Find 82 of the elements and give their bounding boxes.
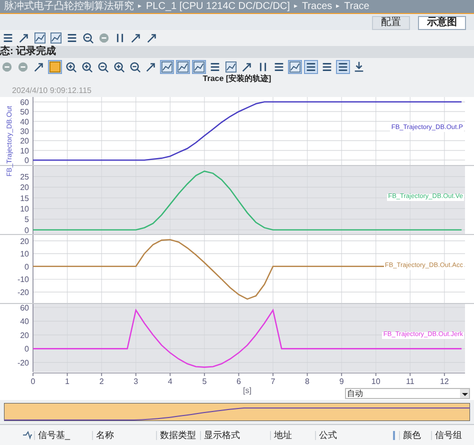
caret-icon (460, 389, 469, 398)
time-scale-dropdown[interactable]: 自动 (345, 388, 470, 399)
columns-icon[interactable] (257, 60, 269, 72)
list-icon[interactable] (209, 60, 221, 72)
zoom-out-icon[interactable] (97, 60, 109, 72)
arrow-icon[interactable] (145, 60, 157, 72)
tick-label: 5 (24, 215, 29, 224)
tick-label: 60 (20, 98, 29, 107)
chart-title: Trace [安装的轨迹] (202, 75, 272, 85)
column-header[interactable]: 名称 (92, 430, 156, 440)
tick-label: 0 (24, 226, 29, 234)
tick-label: 15 (20, 194, 29, 203)
tick-label: 5 (202, 377, 207, 386)
tick-label: -10 (17, 275, 29, 284)
tick-label: -20 (17, 288, 29, 298)
arrow-icon[interactable] (18, 32, 30, 44)
tick-label: 6 (236, 377, 241, 386)
column-header[interactable]: 显示格式 (200, 430, 270, 440)
dropdown-value: 自动 (346, 390, 363, 398)
tick-label: 0 (30, 377, 36, 386)
axis-unit: [s] (243, 387, 252, 395)
graph-icon[interactable] (34, 32, 46, 44)
column-header[interactable]: 地址 (270, 430, 315, 440)
zoom-out-icon[interactable] (82, 32, 94, 44)
tick-label: 8 (305, 377, 310, 386)
tick-label: 4 (168, 377, 172, 386)
list-icon[interactable] (66, 32, 78, 44)
tick-label: 1 (65, 377, 70, 386)
list-icon[interactable] (321, 60, 333, 72)
tick-label: 20 (20, 236, 29, 246)
view-tab[interactable]: 配置 (372, 16, 410, 30)
graph-icon[interactable] (50, 32, 62, 44)
tick-label: 0 (24, 156, 29, 165)
list-icon[interactable] (305, 60, 317, 72)
tick-label: 12 (440, 377, 449, 386)
tick-label: 25 (20, 172, 29, 182)
view-tab[interactable]: 示意图 (418, 16, 466, 30)
tick-label: 11 (406, 377, 414, 386)
zoom-in-icon[interactable] (113, 60, 125, 72)
graph-icon[interactable] (161, 60, 173, 72)
tick-label: 10 (20, 146, 29, 156)
arrow-icon[interactable] (130, 32, 142, 44)
column-header[interactable]: 颜色 (399, 430, 431, 440)
tick-label: 20 (20, 136, 29, 146)
graph-icon[interactable] (225, 60, 237, 72)
arrow-icon[interactable] (33, 60, 45, 72)
tick-label: 50 (20, 108, 29, 117)
zoom-in-icon[interactable] (65, 60, 77, 72)
arrow-icon[interactable] (241, 60, 253, 72)
download-icon[interactable] (353, 60, 365, 72)
tick-label: 10 (371, 377, 380, 386)
signal-icon (22, 430, 32, 440)
tick-label: 0 (24, 262, 29, 272)
list-icon[interactable] (273, 60, 285, 72)
graph-icon[interactable] (289, 60, 301, 72)
list-icon[interactable] (337, 60, 349, 72)
tick-label: 2 (99, 377, 104, 386)
tick-label: 30 (20, 127, 29, 136)
timestamp: 2024/4/10 9:09:12.115 (12, 87, 92, 95)
tick-label: 9 (339, 377, 344, 386)
column-header[interactable]: 信号基_ (34, 430, 92, 440)
zoom-in-icon[interactable] (81, 60, 93, 72)
tick-label: 7 (270, 377, 276, 386)
zoom-out-icon[interactable] (129, 60, 141, 72)
list-icon[interactable] (2, 32, 14, 44)
tick-label: 0 (24, 344, 29, 354)
column-header[interactable]: 数据类型 (156, 430, 200, 440)
tick-label: -20 (17, 358, 29, 368)
tick-label: 40 (20, 317, 29, 326)
tick-label: 20 (20, 183, 29, 192)
tick-label: 40 (20, 117, 29, 126)
arrow-icon[interactable] (146, 32, 158, 44)
column-header[interactable]: 信号组 (431, 430, 474, 440)
graph-icon[interactable] (177, 60, 189, 72)
tick-label: 20 (20, 330, 29, 340)
tick-label: 3 (134, 377, 138, 386)
columns-icon[interactable] (114, 32, 126, 44)
tick-label: 10 (20, 204, 29, 214)
graph-icon[interactable] (193, 60, 205, 72)
tick-label: 60 (20, 304, 29, 312)
tick-label: 10 (20, 250, 29, 259)
status-text: 态: 记录完成 (0, 47, 56, 57)
